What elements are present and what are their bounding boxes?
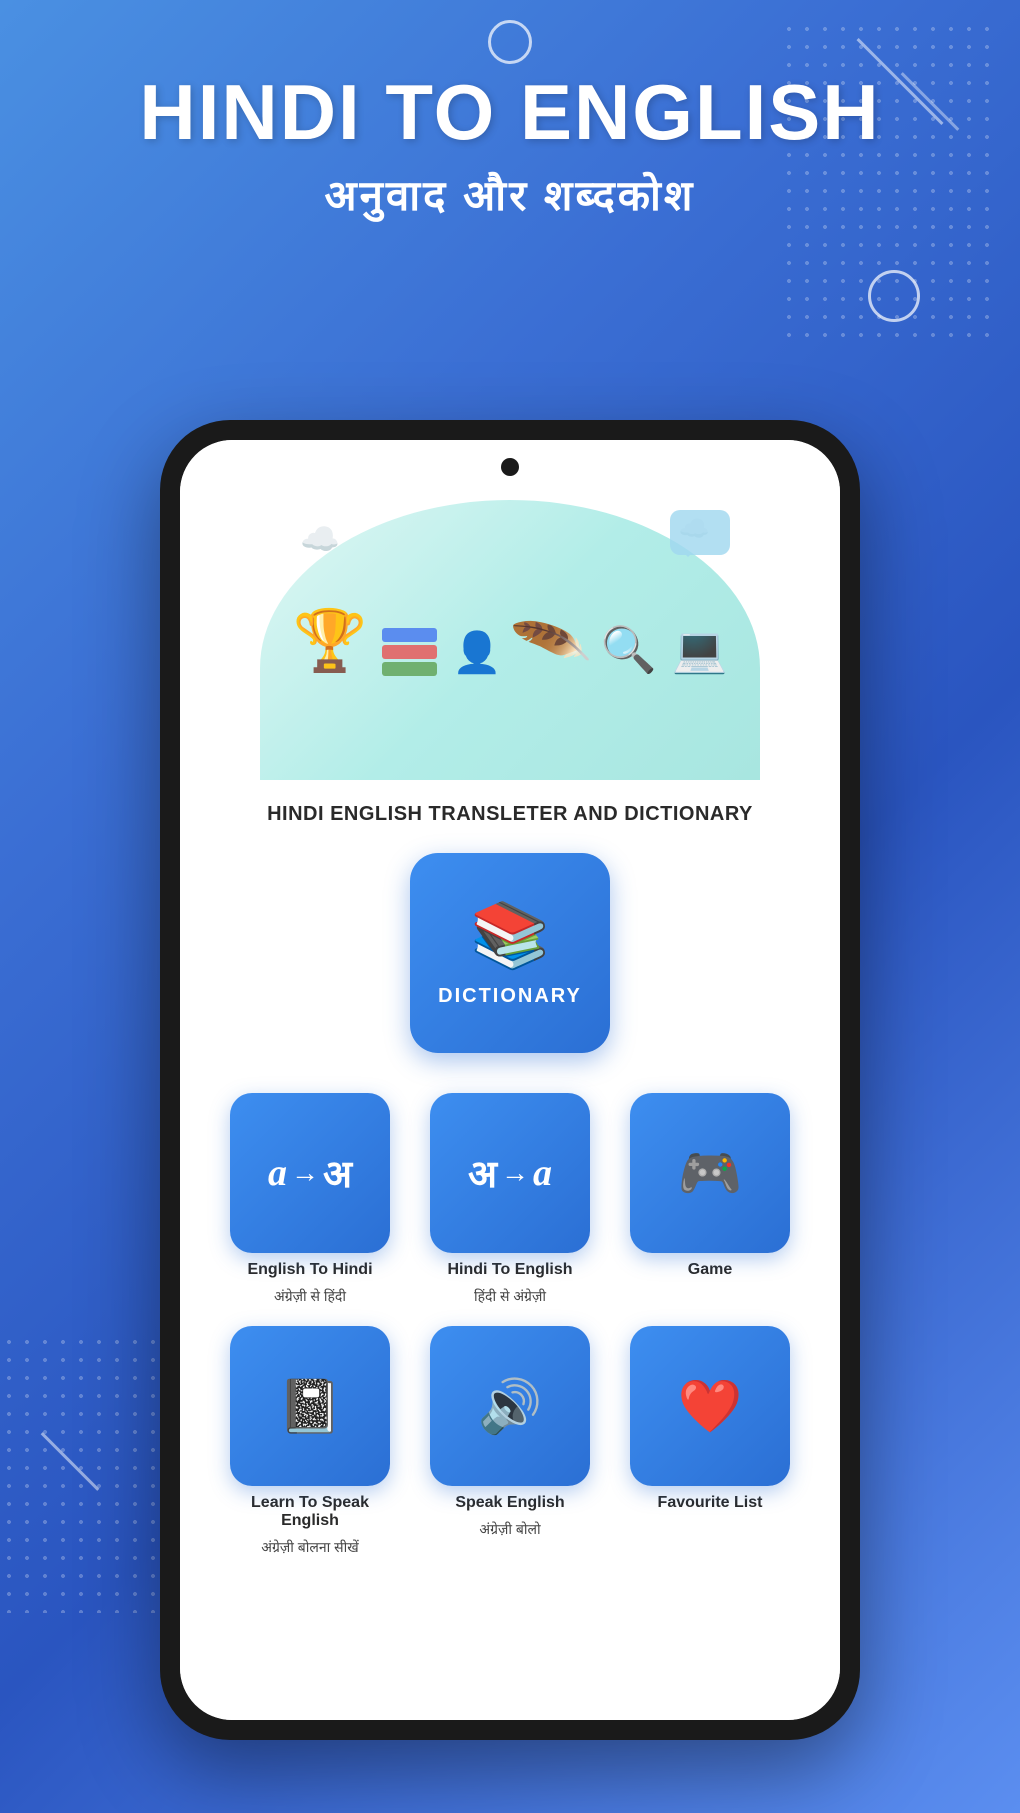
arrow-icon2: → xyxy=(501,1157,529,1189)
feature-game: 🎮 Game xyxy=(620,1093,800,1306)
speak-english-button[interactable]: 🔊 xyxy=(430,1326,590,1486)
eng-to-hindi-name-hindi: अंग्रेज़ी से हिंदी xyxy=(274,1287,346,1306)
hindi-char: अ xyxy=(323,1147,352,1199)
trophy-icon: 🏆 xyxy=(292,605,367,676)
book-item-2 xyxy=(382,645,437,659)
dictionary-book-icon: 📚 xyxy=(470,898,550,973)
book-item-3 xyxy=(382,662,437,676)
hindi-to-eng-name-hindi: हिंदी से अंग्रेज़ी xyxy=(474,1287,546,1306)
eng-to-hindi-icon: a → अ xyxy=(268,1147,352,1199)
feature-speak-english: 🔊 Speak English अंग्रेज़ी बोलो xyxy=(420,1326,600,1557)
illustration-area: ☁️ ☁️ 🏆 👤 🪶 🔍 💻 xyxy=(260,500,760,780)
hindi-char2: अ xyxy=(468,1147,497,1199)
game-button[interactable]: 🎮 xyxy=(630,1093,790,1253)
feature-learn-speak: 📓 Learn To Speak English अंग्रेज़ी बोलना… xyxy=(220,1326,400,1557)
eng-char: a xyxy=(268,1151,287,1195)
feather-icon: 🪶 xyxy=(508,601,595,686)
speaker-icon: 🔊 xyxy=(478,1376,543,1437)
game-icon: 🎮 xyxy=(678,1143,743,1204)
app-title: HINDI ENGLISH TRANSLETER AND DICTIONARY xyxy=(267,800,753,828)
dictionary-label: DICTIONARY xyxy=(438,985,582,1008)
favourite-name: Favourite List xyxy=(658,1494,763,1512)
person-reading-icon: 👤 xyxy=(452,629,502,676)
phone-outer-frame: ☁️ ☁️ 🏆 👤 🪶 🔍 💻 xyxy=(160,420,860,1740)
hindi-to-eng-name: Hindi To English xyxy=(447,1261,572,1279)
camera-hole xyxy=(501,458,519,476)
books-stack xyxy=(382,628,437,676)
feature-hindi-to-english: अ → a Hindi To English हिंदी से अंग्रेज़… xyxy=(420,1093,600,1306)
book-item-1 xyxy=(382,628,437,642)
main-title: HINDI TO ENGLISH xyxy=(40,70,980,156)
learn-speak-name: Learn To Speak English xyxy=(220,1494,400,1530)
game-name: Game xyxy=(688,1261,732,1279)
hindi-to-eng-icon: अ → a xyxy=(468,1147,552,1199)
illustration-items: 🏆 👤 🪶 🔍 💻 xyxy=(292,605,727,676)
feature-grid-row1: a → अ English To Hindi अंग्रेज़ी से हिंद… xyxy=(210,1093,810,1306)
cloud-icon-left: ☁️ xyxy=(300,520,340,558)
feature-grid-row2: 📓 Learn To Speak English अंग्रेज़ी बोलना… xyxy=(210,1326,810,1557)
circle-right-decoration xyxy=(868,270,920,322)
heart-icon: ❤️ xyxy=(678,1376,743,1437)
diagonal-line-bottom xyxy=(41,1432,100,1491)
dictionary-button[interactable]: 📚 DICTIONARY xyxy=(410,853,610,1053)
subtitle: अनुवाद और शब्दकोश xyxy=(40,166,980,223)
laptop-icon: 💻 xyxy=(672,623,728,676)
hindi-to-english-button[interactable]: अ → a xyxy=(430,1093,590,1253)
dot-pattern-bottom-left xyxy=(0,1333,180,1613)
circle-top-decoration xyxy=(488,20,532,64)
phone-mockup: ☁️ ☁️ 🏆 👤 🪶 🔍 💻 xyxy=(160,420,860,1740)
book-icon: 📓 xyxy=(278,1376,343,1437)
speak-english-name-hindi: अंग्रेज़ी बोलो xyxy=(479,1520,540,1539)
english-to-hindi-button[interactable]: a → अ xyxy=(230,1093,390,1253)
feature-favourite: ❤️ Favourite List xyxy=(620,1326,800,1557)
speech-bubble-decoration xyxy=(670,510,730,555)
feature-english-to-hindi: a → अ English To Hindi अंग्रेज़ी से हिंद… xyxy=(220,1093,400,1306)
header-section: HINDI TO ENGLISH अनुवाद और शब्दकोश xyxy=(0,70,1020,223)
phone-inner-frame: ☁️ ☁️ 🏆 👤 🪶 🔍 💻 xyxy=(180,440,840,1720)
arrow-icon: → xyxy=(291,1157,319,1189)
magnifier-icon: 🔍 xyxy=(600,623,656,676)
eng-char2: a xyxy=(533,1151,552,1195)
learn-speak-name-hindi: अंग्रेज़ी बोलना सीखें xyxy=(261,1538,358,1557)
phone-content: ☁️ ☁️ 🏆 👤 🪶 🔍 💻 xyxy=(180,440,840,1720)
favourite-button[interactable]: ❤️ xyxy=(630,1326,790,1486)
speak-english-name: Speak English xyxy=(455,1494,564,1512)
learn-speak-button[interactable]: 📓 xyxy=(230,1326,390,1486)
eng-to-hindi-name: English To Hindi xyxy=(247,1261,372,1279)
